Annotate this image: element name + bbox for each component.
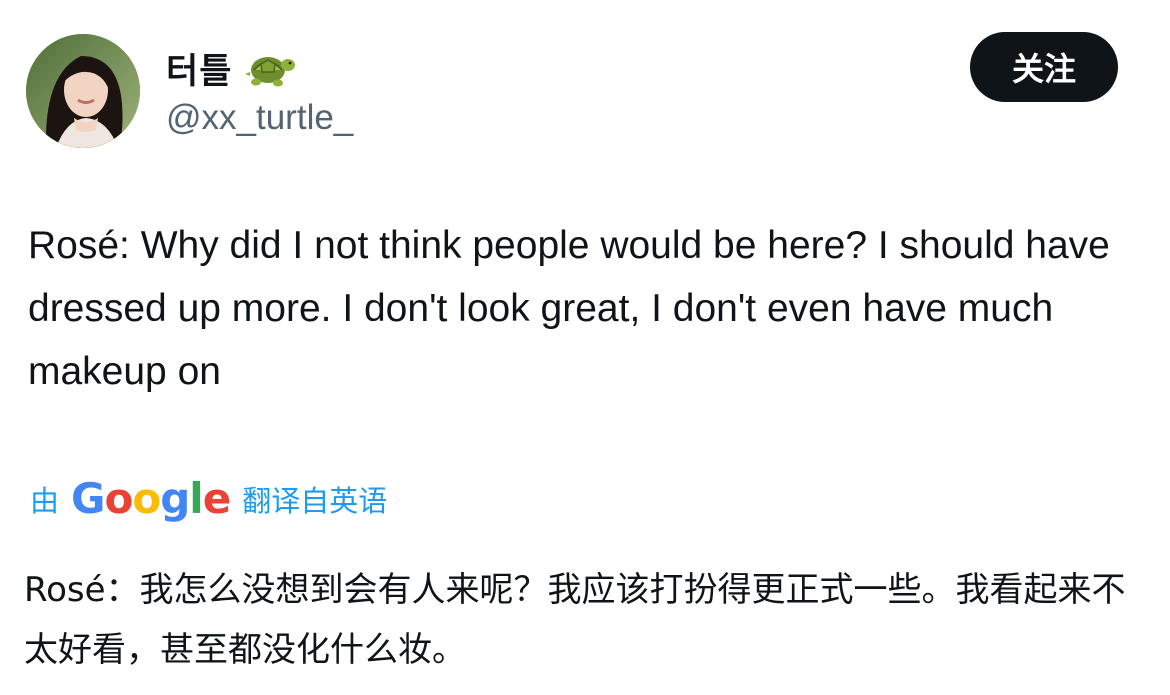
avatar[interactable] [26, 34, 140, 148]
google-logo-letter: g [160, 474, 190, 523]
username-handle[interactable]: @xx_turtle_ [166, 98, 353, 138]
avatar-photo [26, 34, 140, 148]
tweet-header: 터틀 @xx_turtle_ 关注 [26, 32, 1126, 152]
follow-button[interactable]: 关注 [970, 32, 1118, 102]
google-logo: Google [71, 478, 231, 520]
display-name[interactable]: 터틀 [166, 43, 232, 94]
translated-by-label: 由 [30, 484, 60, 518]
google-logo-letter: e [202, 474, 231, 523]
google-logo-letter: o [104, 474, 134, 523]
translated-from-label: 翻译自英语 [242, 484, 388, 518]
translated-text: Rosé：我怎么没想到会有人来呢？我应该打扮得更正式一些。我看起来不太好看，甚至… [24, 570, 1126, 670]
google-logo-letter: o [132, 474, 161, 523]
google-logo-letter: G [71, 474, 105, 523]
tweet-text: Rosé: Why did I not think people would b… [28, 224, 1110, 393]
display-name-row: 터틀 [166, 42, 353, 94]
google-logo-letter: l [189, 474, 203, 523]
turtle-icon [245, 57, 296, 87]
translation-attribution[interactable]: 由 Google 翻译自英语 [30, 474, 387, 524]
user-info[interactable]: 터틀 @xx_turtle_ [166, 42, 353, 138]
